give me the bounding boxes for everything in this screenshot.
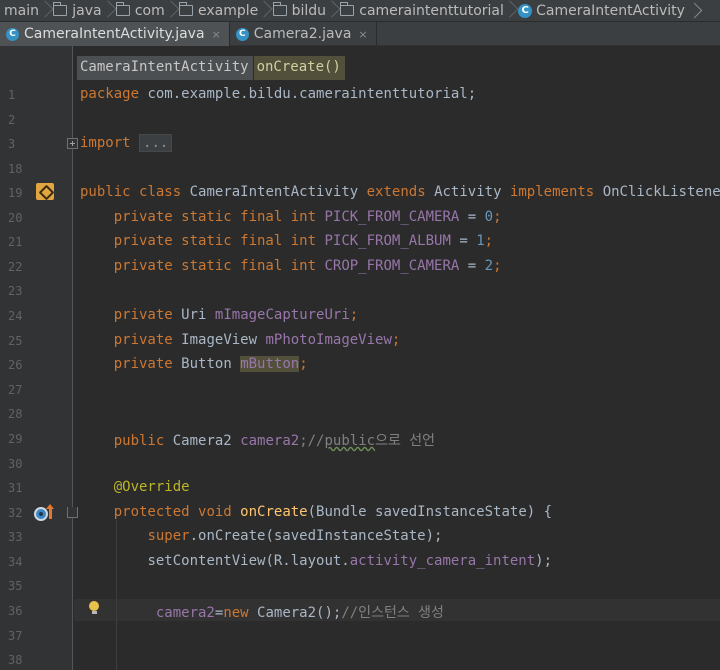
line-number: 27 <box>8 383 23 397</box>
line-number: 26 <box>8 358 23 372</box>
close-icon[interactable]: × <box>212 28 221 41</box>
breadcrumb-main[interactable]: main <box>0 0 41 21</box>
chevron-right-icon <box>41 0 49 21</box>
code-line: private static final int PICK_FROM_CAMER… <box>113 209 502 225</box>
code-line: public class CameraIntentActivity extend… <box>80 184 720 200</box>
line-number: 21 <box>8 235 23 249</box>
expand-import-icon[interactable] <box>67 138 78 149</box>
breadcrumb-bildu[interactable]: bildu <box>269 0 328 21</box>
class-icon: C <box>235 27 249 41</box>
line-number: 31 <box>8 481 23 495</box>
code-line: public Camera2 camera2;//public으로 선언 <box>113 433 436 449</box>
code-line: super.onCreate(savedInstanceState); <box>147 528 443 544</box>
line-number: 32 <box>8 506 23 520</box>
line-number: 38 <box>8 653 23 667</box>
line-number: 1 <box>8 88 16 102</box>
chevron-right-icon <box>167 0 175 21</box>
line-number: 22 <box>8 260 23 274</box>
line-number: 19 <box>8 186 23 200</box>
editor-gutter[interactable]: 1 2 3 18 19 20 21 22 23 24 25 26 27 28 2… <box>0 46 78 670</box>
code-line: private static final int PICK_FROM_ALBUM… <box>113 233 494 249</box>
chevron-right-icon <box>260 0 268 21</box>
line-number: 29 <box>8 432 23 446</box>
breadcrumb-java[interactable]: java <box>49 0 103 21</box>
line-number: 20 <box>8 211 23 225</box>
code-line: private static final int CROP_FROM_CAMER… <box>113 258 502 274</box>
line-number: 2 <box>8 113 16 127</box>
line-number: 35 <box>8 579 23 593</box>
folder-icon <box>272 2 287 16</box>
close-icon[interactable]: × <box>358 28 367 41</box>
breadcrumb-cameraintenttutorial[interactable]: cameraintenttutorial <box>336 0 506 21</box>
line-number: 28 <box>8 407 23 421</box>
line-number: 37 <box>8 629 23 643</box>
folded-imports[interactable]: ... <box>139 134 173 152</box>
line-number: 23 <box>8 284 23 298</box>
code-line: private Button mButton; <box>113 356 308 372</box>
tab-camera2[interactable]: C Camera2.java × <box>230 22 377 46</box>
folder-icon <box>115 2 130 16</box>
folder-icon <box>340 2 355 16</box>
breadcrumb-com[interactable]: com <box>112 0 167 21</box>
code-line: private ImageView mPhotoImageView; <box>113 332 401 348</box>
code-line: protected void onCreate(Bundle savedInst… <box>113 504 553 520</box>
line-number: 25 <box>8 334 23 348</box>
chevron-right-icon <box>104 0 112 21</box>
override-method-icon[interactable] <box>34 507 48 521</box>
arrow-up-icon[interactable] <box>46 504 54 519</box>
editor-tabs: C CameraIntentActivity.java × C Camera2.… <box>0 22 720 46</box>
class-icon: C <box>518 3 533 18</box>
line-number: 34 <box>8 555 23 569</box>
code-editor[interactable]: package com.example.bildu.cameraintenttu… <box>80 46 720 670</box>
code-line: private Uri mImageCaptureUri; <box>113 307 359 323</box>
folder-icon <box>179 2 194 16</box>
code-line: package com.example.bildu.cameraintenttu… <box>80 86 477 102</box>
class-icon[interactable] <box>36 183 54 200</box>
code-line: import ... <box>80 134 173 155</box>
line-number: 24 <box>8 309 23 323</box>
chevron-right-icon <box>328 0 336 21</box>
chevron-right-icon <box>506 0 514 21</box>
code-line: setContentView(R.layout.activity_camera_… <box>147 553 553 569</box>
folder-icon <box>53 2 68 16</box>
code-line: @Override <box>113 479 190 495</box>
breadcrumb-example[interactable]: example <box>175 0 260 21</box>
line-number: 18 <box>8 162 23 176</box>
breadcrumb: main java com example bildu cameraintent… <box>0 0 720 22</box>
class-icon: C <box>6 27 19 41</box>
code-line: camera2=new Camera2();//인스턴스 생성 <box>155 605 444 621</box>
chevron-right-icon[interactable] <box>687 0 720 21</box>
breadcrumb-class[interactable]: C CameraIntentActivity <box>514 0 687 21</box>
tab-camera-intent-activity[interactable]: C CameraIntentActivity.java × <box>0 22 230 46</box>
line-number: 33 <box>8 530 23 544</box>
line-number: 30 <box>8 457 23 471</box>
line-number: 36 <box>8 604 23 618</box>
line-number: 3 <box>8 137 16 151</box>
fold-method-icon[interactable] <box>67 507 78 518</box>
